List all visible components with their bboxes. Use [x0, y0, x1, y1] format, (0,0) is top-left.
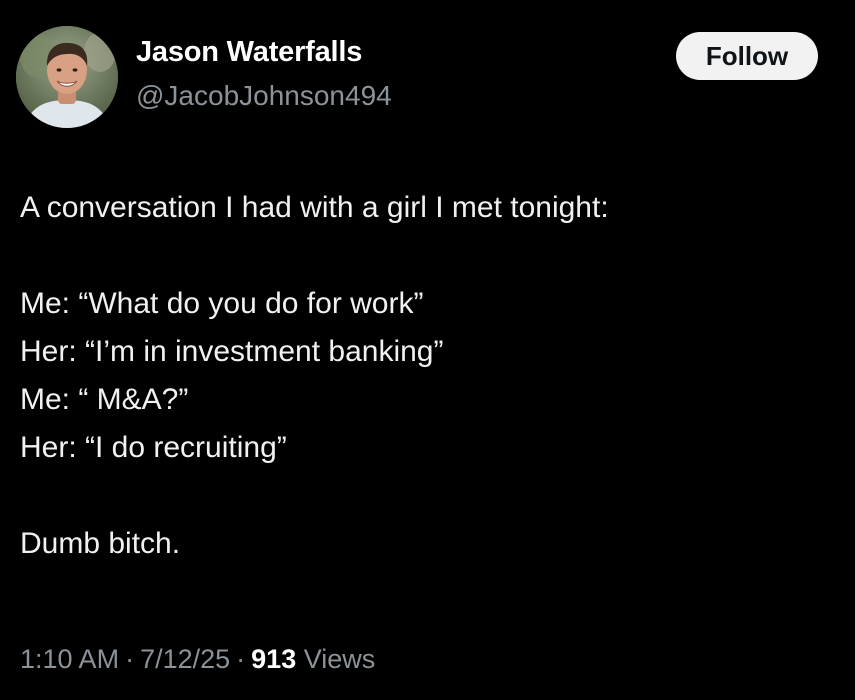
tweet-card: Jason Waterfalls @JacobJohnson494 Follow… [0, 0, 855, 700]
views-label: Views [303, 644, 376, 674]
avatar-photo-icon [16, 26, 118, 128]
tweet-line: Me: “What do you do for work” [20, 287, 424, 320]
meta-separator: · [236, 644, 246, 674]
author-avatar[interactable] [16, 26, 118, 128]
tweet-line: Her: “I do recruiting” [20, 431, 287, 464]
meta-separator: · [125, 644, 135, 674]
follow-button[interactable]: Follow [676, 32, 818, 80]
tweet-body: A conversation I had with a girl I met t… [20, 184, 835, 568]
tweet-line: A conversation I had with a girl I met t… [20, 191, 609, 224]
author-handle[interactable]: @JacobJohnson494 [136, 80, 392, 112]
tweet-line: Dumb bitch. [20, 527, 181, 560]
tweet-date[interactable]: 7/12/25 [140, 644, 230, 674]
tweet-meta: 1:10 AM · 7/12/25 · 913 Views [20, 644, 375, 675]
views-count[interactable]: 913 [251, 644, 296, 674]
tweet-line: Me: “ M&A?” [20, 383, 189, 416]
tweet-time[interactable]: 1:10 AM [20, 644, 119, 674]
author-display-name[interactable]: Jason Waterfalls [136, 36, 362, 69]
tweet-line: Her: “I’m in investment banking” [20, 335, 444, 368]
